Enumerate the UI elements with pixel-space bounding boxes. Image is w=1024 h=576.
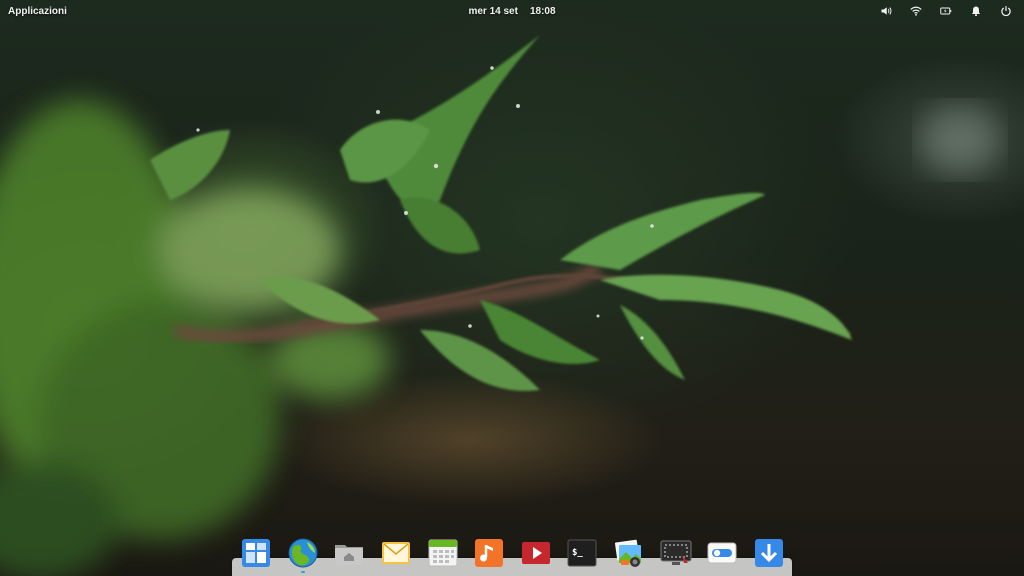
videos-icon[interactable]	[520, 537, 552, 569]
screenshot-icon[interactable]	[660, 537, 692, 569]
time-label: 18:08	[529, 5, 556, 17]
battery-icon[interactable]	[938, 3, 954, 19]
files-icon[interactable]	[333, 537, 365, 569]
volume-icon[interactable]	[878, 3, 894, 19]
dock-icons: $_	[240, 537, 785, 573]
music-icon[interactable]	[473, 537, 505, 569]
wifi-icon[interactable]	[908, 3, 924, 19]
running-indicator	[300, 571, 305, 573]
applications-menu[interactable]: Applicazioni	[8, 6, 67, 17]
terminal-icon[interactable]: $_	[566, 537, 598, 569]
system-indicators	[878, 3, 1014, 19]
power-icon[interactable]	[998, 3, 1014, 19]
top-panel: Applicazioni mer 14 set 18:08	[0, 0, 1024, 22]
appcenter-icon[interactable]	[753, 537, 785, 569]
mail-icon[interactable]	[380, 537, 412, 569]
multitasking-view-icon[interactable]	[240, 537, 272, 569]
date-time-indicator[interactable]: mer 14 set 18:08	[468, 6, 555, 17]
web-browser-icon[interactable]	[287, 537, 319, 573]
photos-icon[interactable]	[613, 537, 645, 569]
wallpaper	[0, 35, 1000, 576]
desktop[interactable]: Applicazioni mer 14 set 18:08 $_	[0, 0, 1024, 576]
date-label: mer 14 set	[468, 5, 518, 17]
svg-text:$_: $_	[572, 548, 583, 558]
calendar-icon[interactable]	[427, 537, 459, 569]
system-settings-icon[interactable]	[706, 537, 738, 569]
notifications-icon[interactable]	[968, 3, 984, 19]
